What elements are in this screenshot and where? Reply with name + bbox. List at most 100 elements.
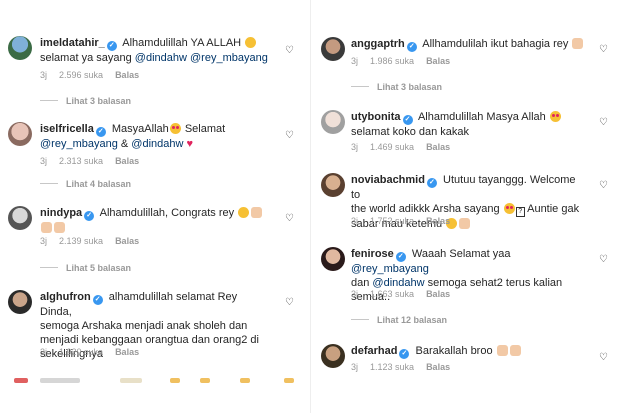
mention-link[interactable]: @rey_mbayang — [40, 138, 118, 150]
timestamp: 3j — [40, 236, 48, 246]
comments-column-right: anggaptrh ✓ Allhamdulilah ikut bahagia re… — [310, 0, 620, 413]
reply-button[interactable]: Balas — [426, 142, 450, 152]
like-count[interactable]: 2.313 suka — [59, 156, 103, 166]
red-heart-emoji-icon: ♥ — [186, 138, 194, 150]
unknown-glyph-icon: ? — [515, 207, 525, 217]
comment-meta: 3j 2.596 suka Balas — [40, 70, 151, 80]
mention-link[interactable]: @rey_mbayang — [190, 52, 268, 64]
reply-button[interactable]: Balas — [426, 289, 450, 299]
praying-hands-emoji-icon — [41, 222, 52, 233]
like-heart-icon[interactable]: ♡ — [599, 117, 608, 128]
view-replies-button[interactable]: Lihat 5 balasan — [40, 263, 131, 273]
username[interactable]: iselfricella — [40, 123, 94, 135]
like-heart-icon[interactable]: ♡ — [285, 130, 294, 141]
avatar[interactable] — [8, 122, 32, 146]
username[interactable]: nindypa — [40, 207, 82, 219]
like-heart-icon[interactable]: ♡ — [285, 213, 294, 224]
comment-body: menjadi kebanggaan orangtua dan orang2 d… — [40, 334, 259, 346]
reply-button[interactable]: Balas — [115, 236, 139, 246]
reply-button[interactable]: Balas — [426, 362, 450, 372]
mention-link[interactable]: @dindahw — [131, 138, 183, 150]
view-replies-button[interactable]: Lihat 12 balasan — [351, 315, 447, 325]
praying-hands-emoji-icon — [251, 207, 263, 218]
comment-body: selamat ya sayang — [40, 52, 132, 64]
pleading-face-emoji-icon — [238, 207, 250, 218]
comment-meta: 3j 2.313 suka Balas — [40, 156, 151, 166]
mention-link[interactable]: @dindahw — [135, 52, 187, 64]
avatar[interactable] — [321, 344, 345, 368]
like-heart-icon[interactable]: ♡ — [285, 45, 294, 56]
cut-off-next-comment — [0, 378, 306, 388]
like-heart-icon[interactable]: ♡ — [599, 254, 608, 265]
like-count[interactable]: 2.139 suka — [59, 236, 103, 246]
reply-button[interactable]: Balas — [426, 216, 450, 226]
comment-meta: 3j 1.752 suka Balas — [351, 216, 462, 226]
praying-hands-emoji-icon — [54, 222, 65, 233]
comment-meta: 3j 1.469 suka Balas — [351, 142, 462, 152]
comment-body: Waaah Selamat yaa — [411, 248, 511, 260]
like-heart-icon[interactable]: ♡ — [599, 180, 608, 191]
like-count[interactable]: 1.920 suka — [59, 347, 103, 357]
reply-button[interactable]: Balas — [115, 70, 139, 80]
comment-body: the world adikkk Arsha sayang — [351, 203, 500, 215]
heart-eyes-emoji-icon — [549, 111, 561, 122]
timestamp: 3j — [40, 156, 48, 166]
reply-button[interactable]: Balas — [115, 156, 139, 166]
username[interactable]: alghufron — [40, 291, 91, 303]
avatar[interactable] — [8, 290, 32, 314]
comment-body: Alhamdulillah Masya Allah — [417, 111, 546, 123]
like-heart-icon[interactable]: ♡ — [599, 352, 608, 363]
view-replies-button[interactable]: Lihat 4 balasan — [40, 179, 131, 189]
like-count[interactable]: 1.663 suka — [370, 289, 414, 299]
verified-badge-icon: ✓ — [399, 349, 410, 359]
verified-badge-icon: ✓ — [406, 42, 417, 52]
comment-text: imeldatahir_ ✓ Alhamdulillah YA ALLAH sel… — [40, 36, 272, 65]
view-replies-button[interactable]: Lihat 3 balasan — [40, 96, 131, 106]
like-heart-icon[interactable]: ♡ — [285, 297, 294, 308]
ampersand-text: & — [120, 138, 129, 150]
comment-meta: 3j 1.986 suka Balas — [351, 56, 462, 66]
verified-badge-icon: ✓ — [395, 252, 406, 262]
avatar[interactable] — [321, 173, 345, 197]
timestamp: 3j — [351, 142, 359, 152]
like-count[interactable]: 1.469 suka — [370, 142, 414, 152]
avatar[interactable] — [321, 37, 345, 61]
comment-body: MasyaAllah — [111, 123, 169, 135]
comment-meta: 3j 1.123 suka Balas — [351, 362, 462, 372]
comment-text: anggaptrh ✓ Allhamdulilah ikut bahagia re… — [351, 37, 586, 52]
verified-badge-icon: ✓ — [426, 178, 437, 188]
praying-hands-emoji-icon — [509, 345, 521, 356]
username[interactable]: anggaptrh — [351, 38, 405, 50]
avatar[interactable] — [321, 247, 345, 271]
like-count[interactable]: 1.986 suka — [370, 56, 414, 66]
username[interactable]: noviabachmid — [351, 174, 425, 186]
avatar[interactable] — [8, 36, 32, 60]
verified-badge-icon: ✓ — [84, 211, 95, 221]
username[interactable]: fenirose — [351, 248, 394, 260]
reply-button[interactable]: Balas — [115, 347, 139, 357]
username[interactable]: imeldatahir_ — [40, 37, 105, 49]
mention-link[interactable]: @dindahw — [372, 277, 424, 289]
username[interactable]: utybonita — [351, 111, 401, 123]
timestamp: 3j — [351, 289, 359, 299]
like-heart-icon[interactable]: ♡ — [599, 44, 608, 55]
comment-meta: 3j 1.663 suka Balas — [351, 289, 462, 299]
heart-eyes-emoji-icon — [503, 203, 515, 214]
username[interactable]: defarhad — [351, 345, 397, 357]
praying-hands-emoji-icon — [496, 345, 508, 356]
like-count[interactable]: 2.596 suka — [59, 70, 103, 80]
avatar[interactable] — [8, 206, 32, 230]
verified-badge-icon: ✓ — [402, 115, 413, 125]
timestamp: 3j — [40, 70, 48, 80]
like-count[interactable]: 1.752 suka — [370, 216, 414, 226]
like-count[interactable]: 1.123 suka — [370, 362, 414, 372]
mention-link[interactable]: @rey_mbayang — [351, 263, 429, 275]
comments-column-left: imeldatahir_ ✓ Alhamdulillah YA ALLAH sel… — [0, 0, 306, 413]
heart-eyes-emoji-icon — [169, 123, 181, 134]
timestamp: 3j — [351, 56, 359, 66]
comment-text: iselfricella ✓ MasyaAllah Selamat @rey_mb… — [40, 122, 272, 151]
comment-body: Auntie gak — [527, 203, 580, 215]
view-replies-button[interactable]: Lihat 3 balasan — [351, 82, 442, 92]
reply-button[interactable]: Balas — [426, 56, 450, 66]
avatar[interactable] — [321, 110, 345, 134]
